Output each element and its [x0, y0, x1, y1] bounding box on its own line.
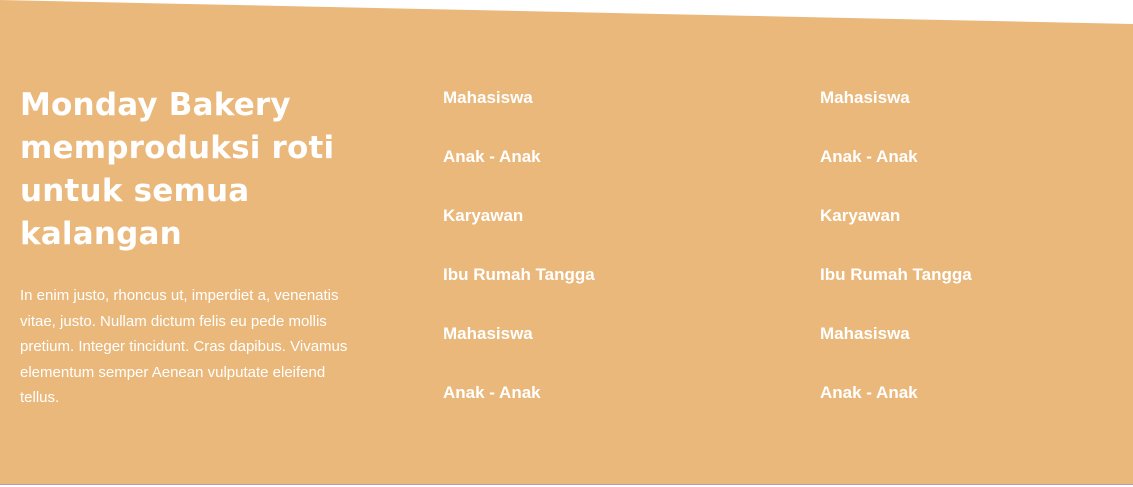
audience-item-anak-anak[interactable]: Anak - Anak [443, 383, 595, 442]
audience-list-right: Mahasiswa Anak - Anak Karyawan Ibu Rumah… [820, 88, 972, 442]
section-description: In enim justo, rhoncus ut, imperdiet a, … [20, 287, 348, 407]
audience-item-mahasiswa[interactable]: Mahasiswa [443, 324, 595, 383]
audience-item-mahasiswa[interactable]: Mahasiswa [443, 88, 595, 147]
audience-item-mahasiswa[interactable]: Mahasiswa [820, 88, 972, 147]
audience-item-karyawan[interactable]: Karyawan [820, 206, 972, 265]
audience-list-left: Mahasiswa Anak - Anak Karyawan Ibu Rumah… [443, 88, 595, 442]
audience-item-anak-anak[interactable]: Anak - Anak [820, 383, 972, 442]
audience-item-anak-anak[interactable]: Anak - Anak [443, 147, 595, 206]
audience-item-ibu-rumah-tangga[interactable]: Ibu Rumah Tangga [820, 265, 972, 324]
audience-item-anak-anak[interactable]: Anak - Anak [820, 147, 972, 206]
audience-item-karyawan[interactable]: Karyawan [443, 206, 595, 265]
section-headline: Monday Bakery memproduksi roti untuk sem… [20, 87, 335, 252]
audience-item-ibu-rumah-tangga[interactable]: Ibu Rumah Tangga [443, 265, 595, 324]
audience-item-mahasiswa[interactable]: Mahasiswa [820, 324, 972, 383]
